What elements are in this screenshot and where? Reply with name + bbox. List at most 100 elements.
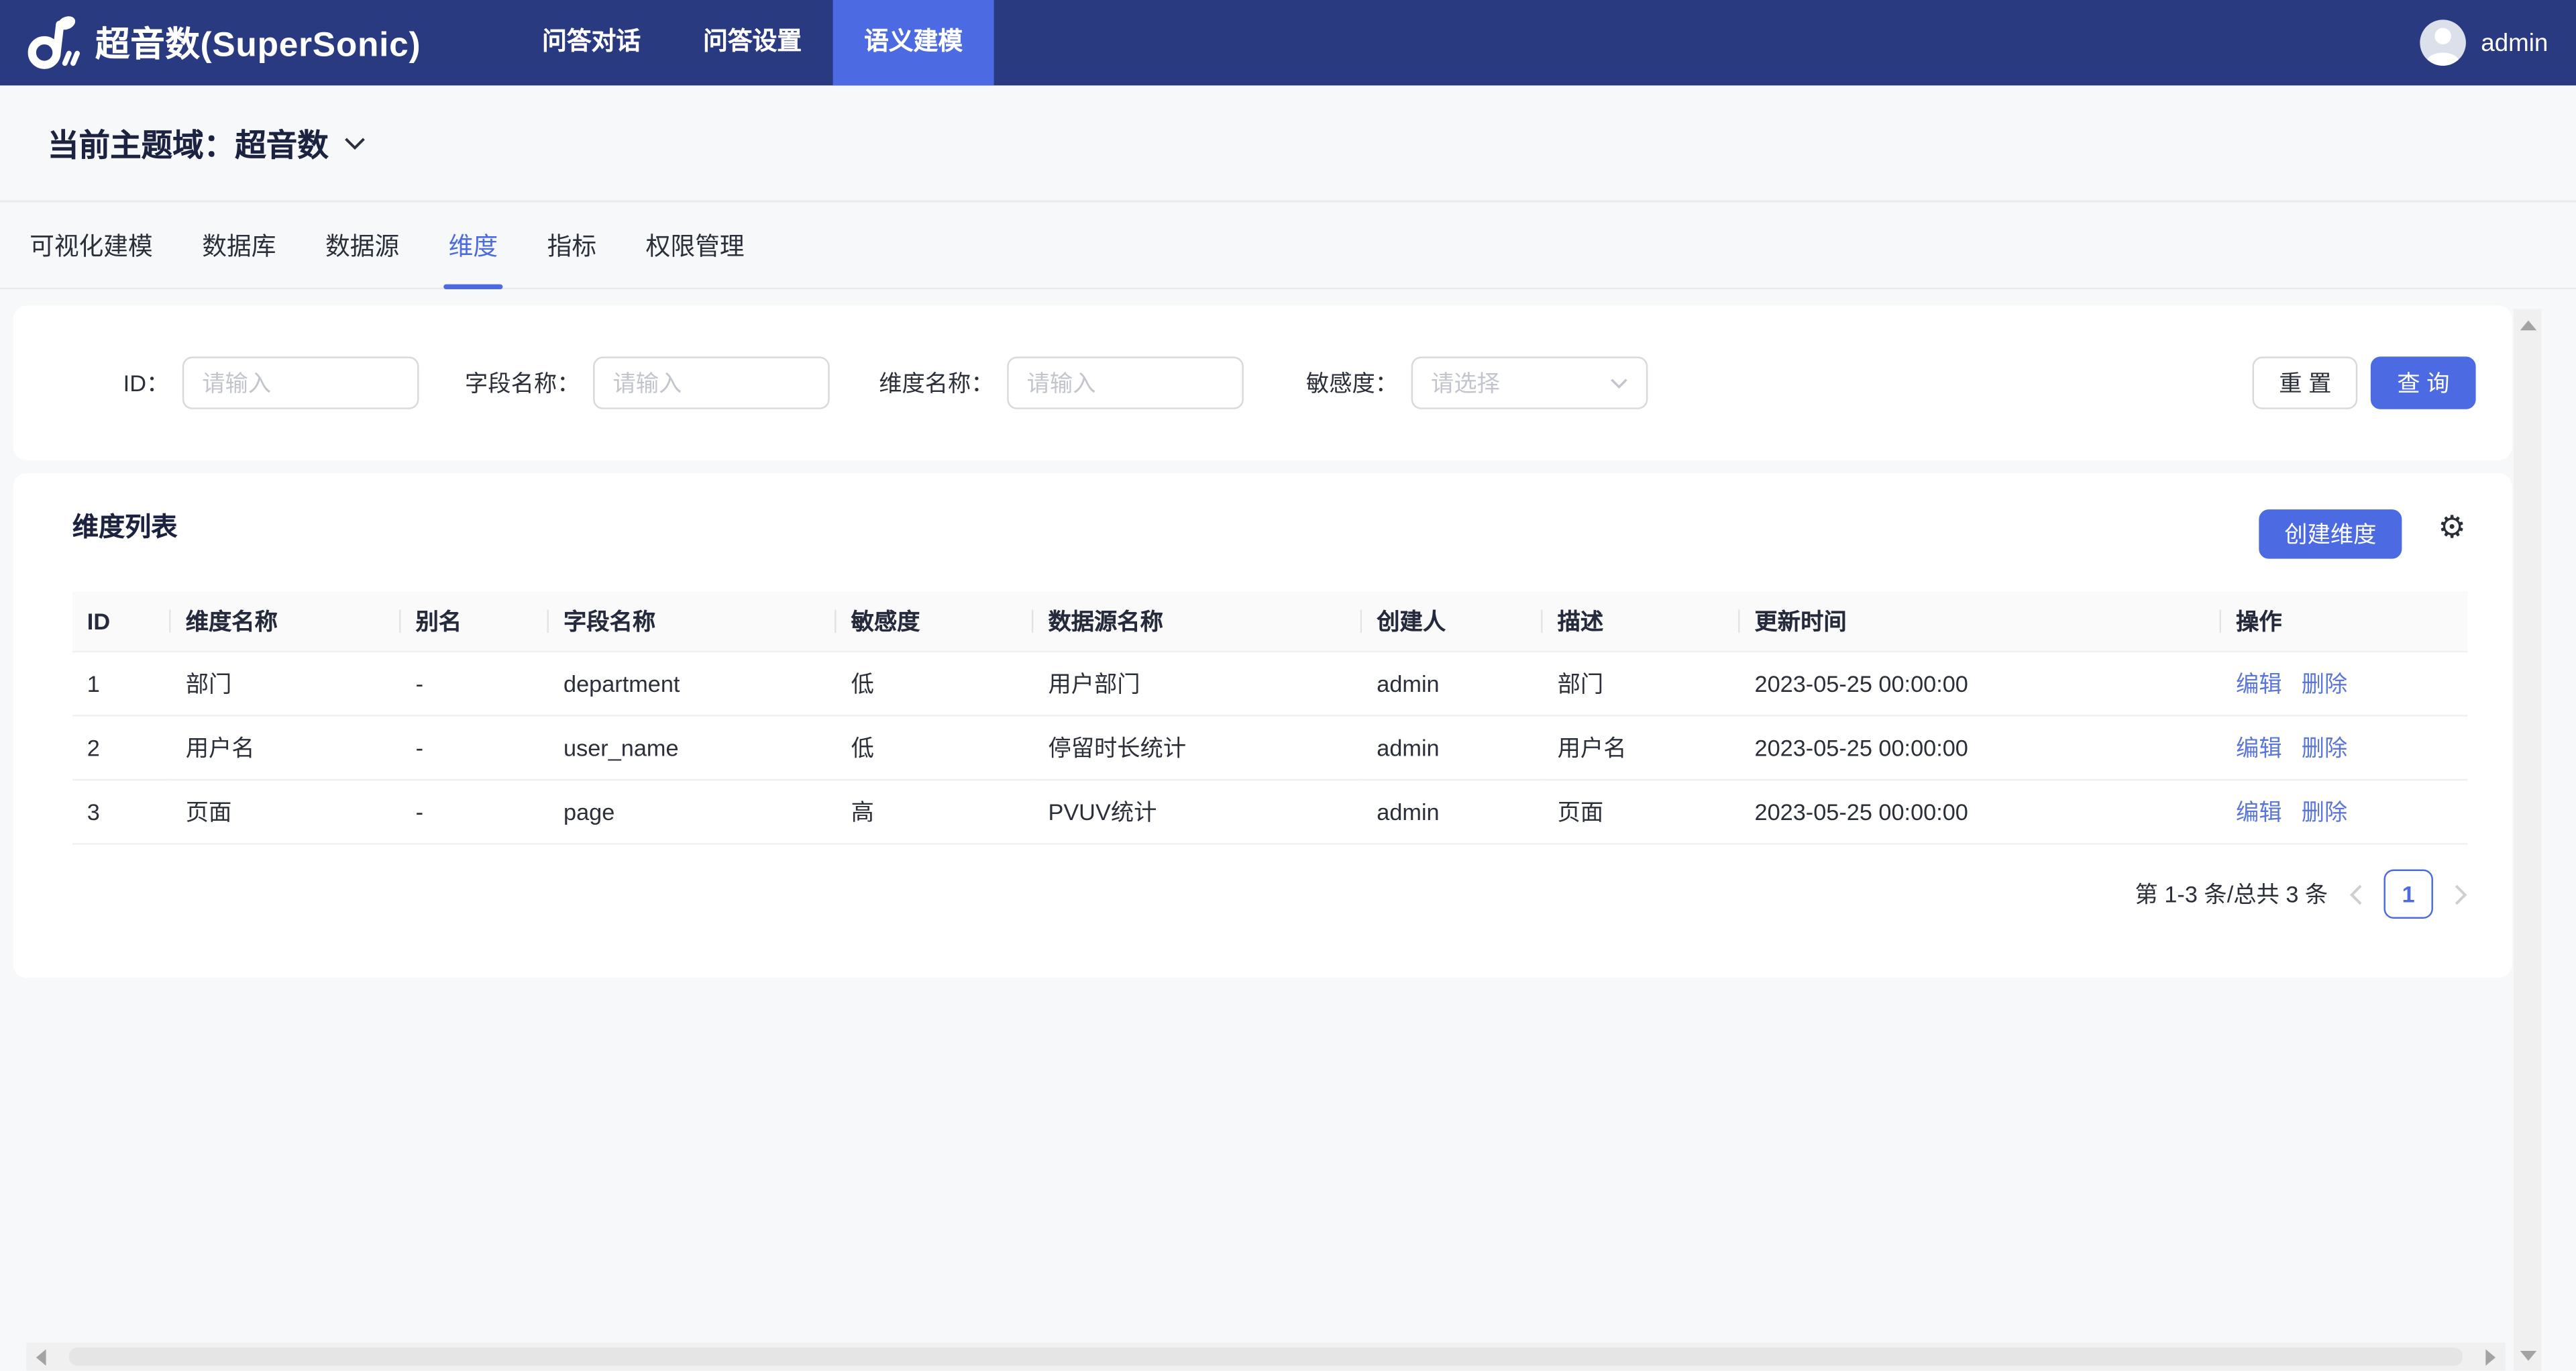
pagination-summary: 第 1-3 条/总共 3 条 (2135, 878, 2328, 911)
scroll-left-arrow-icon[interactable] (36, 1350, 46, 1366)
cell-desc: 用户名 (1543, 715, 1740, 779)
subheader: 当前主题域： 超音数 (0, 85, 2576, 202)
delete-link[interactable]: 删除 (2302, 798, 2348, 824)
cell-updated: 2023-05-25 00:00:00 (1739, 715, 2221, 779)
domain-label: 当前主题域： (48, 121, 235, 165)
col-header-creator: 创建人 (1362, 592, 1542, 651)
top-navbar: 超音数(SuperSonic) 问答对话 问答设置 语义建模 admin (0, 0, 2576, 85)
dimension-list-panel: 维度列表 创建维度 ⚙ ID 维度名称 别名 字段名称 敏感度 数据源名称 (13, 473, 2512, 978)
col-header-desc: 描述 (1543, 592, 1740, 651)
cell-sensitivity: 低 (837, 651, 1034, 715)
nav-item-qa-chat[interactable]: 问答对话 (511, 0, 672, 85)
cell-name: 部门 (171, 651, 401, 715)
tab-metric[interactable]: 指标 (547, 202, 597, 287)
nav-item-semantic-modeling[interactable]: 语义建模 (833, 0, 994, 85)
cell-creator: admin (1362, 779, 1542, 844)
brand: 超音数(SuperSonic) (0, 11, 421, 74)
scroll-down-arrow-icon[interactable] (2520, 1351, 2536, 1361)
table-row: 2 用户名 - user_name 低 停留时长统计 admin 用户名 202… (72, 715, 2468, 779)
tab-visual-modeling[interactable]: 可视化建模 (30, 202, 153, 287)
list-title: 维度列表 (72, 505, 178, 544)
cell-alias: - (401, 715, 549, 779)
cell-id: 2 (72, 715, 171, 779)
cell-sensitivity: 低 (837, 715, 1034, 779)
field-filter-input[interactable] (593, 356, 830, 409)
cell-desc: 部门 (1543, 651, 1740, 715)
scroll-up-arrow-icon[interactable] (2520, 321, 2536, 331)
edit-link[interactable]: 编辑 (2236, 670, 2282, 696)
col-header-alias: 别名 (401, 592, 549, 651)
cell-name: 页面 (171, 779, 401, 844)
cell-datasource: 用户部门 (1033, 651, 1362, 715)
table-header-row: ID 维度名称 别名 字段名称 敏感度 数据源名称 创建人 描述 更新时间 操作 (72, 592, 2468, 651)
id-filter-label: ID： (123, 366, 170, 399)
col-header-actions: 操作 (2221, 592, 2467, 651)
chevron-down-icon (1610, 377, 1628, 389)
cell-field: page (549, 779, 837, 844)
col-header-sensitivity: 敏感度 (837, 592, 1034, 651)
vertical-scrollbar[interactable] (2514, 309, 2542, 1370)
gear-icon[interactable]: ⚙ (2438, 513, 2466, 544)
user-menu[interactable]: admin (2420, 0, 2548, 85)
tab-permission[interactable]: 权限管理 (646, 202, 745, 287)
chevron-down-icon (343, 136, 366, 150)
brand-title: 超音数(SuperSonic) (95, 18, 421, 67)
cell-updated: 2023-05-25 00:00:00 (1739, 779, 2221, 844)
edit-link[interactable]: 编辑 (2236, 798, 2282, 824)
tab-dimension[interactable]: 维度 (449, 202, 498, 287)
pagination-next-icon[interactable] (2455, 883, 2468, 905)
cell-updated: 2023-05-25 00:00:00 (1739, 651, 2221, 715)
delete-link[interactable]: 删除 (2302, 733, 2348, 760)
cell-field: department (549, 651, 837, 715)
cell-name: 用户名 (171, 715, 401, 779)
edit-link[interactable]: 编辑 (2236, 733, 2282, 760)
cell-datasource: 停留时长统计 (1033, 715, 1362, 779)
app-root: 超音数(SuperSonic) 问答对话 问答设置 语义建模 admin 当前主… (0, 0, 2576, 1370)
delete-link[interactable]: 删除 (2302, 670, 2348, 696)
col-header-datasource: 数据源名称 (1033, 592, 1362, 651)
pagination-page-1[interactable]: 1 (2383, 870, 2432, 919)
filter-group-id: ID： (123, 356, 419, 409)
main-nav: 问答对话 问答设置 语义建模 (511, 0, 994, 85)
cell-creator: admin (1362, 715, 1542, 779)
field-filter-label: 字段名称： (465, 366, 580, 399)
dimension-table: ID 维度名称 别名 字段名称 敏感度 数据源名称 创建人 描述 更新时间 操作 (72, 592, 2468, 844)
table-row: 1 部门 - department 低 用户部门 admin 部门 2023-0… (72, 651, 2468, 715)
cell-id: 1 (72, 651, 171, 715)
id-filter-input[interactable] (182, 356, 419, 409)
table-row: 3 页面 - page 高 PVUV统计 admin 页面 2023-05-25… (72, 779, 2468, 844)
cell-alias: - (401, 779, 549, 844)
domain-selector[interactable]: 超音数 (235, 121, 366, 165)
cell-creator: admin (1362, 651, 1542, 715)
supersonic-logo-icon (25, 11, 80, 74)
sensitivity-select[interactable]: 请选择 (1411, 356, 1648, 409)
reset-button[interactable]: 重 置 (2253, 356, 2357, 409)
horizontal-scrollbar[interactable] (26, 1343, 2506, 1371)
username: admin (2481, 29, 2548, 57)
sensitivity-filter-label: 敏感度： (1306, 366, 1398, 399)
cell-actions: 编辑 删除 (2221, 651, 2467, 715)
user-avatar[interactable] (2420, 19, 2467, 66)
cell-actions: 编辑 删除 (2221, 715, 2467, 779)
cell-actions: 编辑 删除 (2221, 779, 2467, 844)
col-header-id: ID (72, 592, 171, 651)
tab-datasource[interactable]: 数据源 (325, 202, 399, 287)
filter-buttons: 重 置 查 询 (2253, 356, 2476, 409)
pagination: 第 1-3 条/总共 3 条 1 (2135, 870, 2468, 919)
horizontal-scrollbar-thumb[interactable] (69, 1348, 2463, 1366)
cell-desc: 页面 (1543, 779, 1740, 844)
scroll-right-arrow-icon[interactable] (2485, 1350, 2496, 1366)
pagination-prev-icon[interactable] (2349, 883, 2363, 905)
nav-item-qa-settings[interactable]: 问答设置 (672, 0, 833, 85)
tab-database[interactable]: 数据库 (202, 202, 276, 287)
cell-datasource: PVUV统计 (1033, 779, 1362, 844)
cell-field: user_name (549, 715, 837, 779)
filter-group-field: 字段名称： (465, 356, 830, 409)
tab-bar: 可视化建模 数据库 数据源 维度 指标 权限管理 (0, 202, 2576, 289)
cell-id: 3 (72, 779, 171, 844)
query-button[interactable]: 查 询 (2371, 356, 2475, 409)
cell-alias: - (401, 651, 549, 715)
dimension-filter-input[interactable] (1007, 356, 1244, 409)
create-dimension-button[interactable]: 创建维度 (2259, 509, 2402, 558)
domain-value: 超音数 (235, 121, 329, 165)
